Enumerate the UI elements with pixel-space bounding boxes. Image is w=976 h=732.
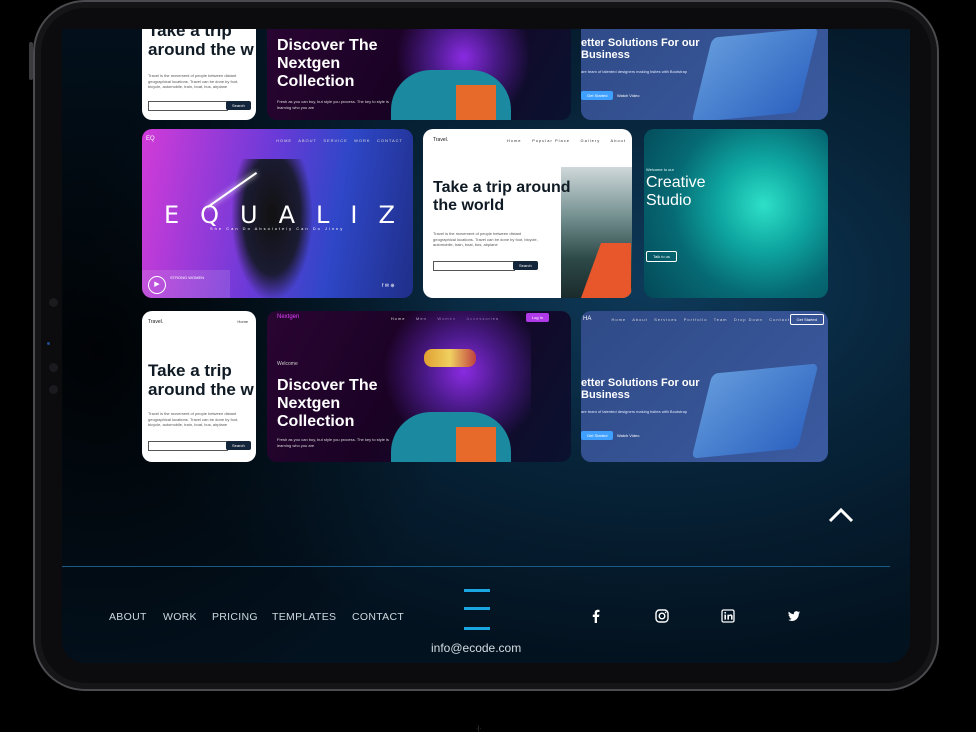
- isometric-illustration: [691, 363, 819, 459]
- template-card-business-top[interactable]: etter Solutions For our Business are tea…: [581, 29, 828, 120]
- card-paragraph: Travel is the movement of people between…: [433, 231, 538, 248]
- visor-glasses: [424, 349, 476, 367]
- footer-email[interactable]: info@ecode.com: [431, 641, 521, 655]
- card-heading: etter Solutions For our Business: [581, 37, 700, 62]
- camera-lens: [47, 342, 50, 345]
- card-heading: etter Solutions For our Business: [581, 377, 700, 402]
- template-card-nextgen[interactable]: Nextgen Home Men Women Accessories Log I…: [267, 311, 571, 462]
- social-icons-mini[interactable]: f ✉ ⊕: [382, 283, 395, 289]
- play-icon[interactable]: ▶: [148, 276, 166, 294]
- template-card-business[interactable]: HA Home About Services Portfolio Team Dr…: [581, 311, 828, 462]
- search-field[interactable]: [148, 441, 228, 451]
- card-paragraph: are team of talented designers making bs…: [581, 69, 688, 74]
- card-heading: Take a trip around the w: [148, 361, 254, 400]
- nav-item[interactable]: About: [632, 317, 647, 322]
- nav-item[interactable]: ABOUT: [298, 138, 317, 143]
- kayak: [581, 243, 631, 298]
- brand-logo: Travel.: [433, 137, 449, 143]
- search-button[interactable]: Search: [513, 261, 538, 270]
- talk-button[interactable]: Talk to us: [646, 251, 677, 262]
- nav-item[interactable]: Team: [714, 317, 728, 322]
- template-card-travel[interactable]: Travel. Home Popular Place Gallery About…: [423, 129, 632, 298]
- hero-subtitle: She Can Do Absolutely Can Do Jinny: [210, 226, 345, 231]
- get-started-button[interactable]: Get Started: [581, 431, 614, 440]
- menu-logo-icon[interactable]: [464, 587, 490, 631]
- footer-link-work[interactable]: WORK: [163, 611, 197, 623]
- video-teaser[interactable]: ▶ STRONG WOMEN: [142, 270, 230, 298]
- nav-item[interactable]: WORK: [354, 138, 370, 143]
- nav-item[interactable]: About: [611, 138, 626, 143]
- watch-video-link[interactable]: Watch Video: [611, 431, 645, 440]
- nav-item[interactable]: Gallery: [581, 138, 601, 143]
- search-button[interactable]: Search: [226, 441, 251, 450]
- template-card-equalizer[interactable]: EQ HOME ABOUT SERVICE WORK CONTACT EQUAL…: [142, 129, 413, 298]
- nav-item[interactable]: Drop Down: [734, 317, 763, 322]
- search-field[interactable]: [148, 101, 228, 111]
- isometric-illustration: [691, 29, 819, 120]
- nav-item[interactable]: Services: [654, 317, 677, 322]
- search-button[interactable]: Search: [226, 101, 251, 110]
- nav-item[interactable]: Contact: [769, 317, 790, 322]
- page-indicator: ·|·: [476, 726, 482, 732]
- get-started-nav-button[interactable]: Get Started: [789, 314, 824, 325]
- shopping-bag: [456, 427, 496, 462]
- template-card-creative[interactable]: Welcome to our Creative Studio Talk to u…: [644, 129, 828, 298]
- card-paragraph: Fresh as you can buy, but style you proc…: [277, 437, 389, 448]
- footer-link-pricing[interactable]: PRICING: [212, 611, 258, 623]
- teaser-title: STRONG WOMEN: [170, 275, 204, 280]
- brand-logo: Nextgen: [277, 314, 300, 320]
- template-card-travel-top[interactable]: Take a trip around the w Travel is the m…: [142, 29, 256, 120]
- eyebrow-text: Welcome to our: [646, 167, 674, 172]
- facebook-icon[interactable]: [589, 609, 603, 623]
- nav-item[interactable]: Popular Place: [532, 138, 570, 143]
- card-heading: Discover The Nextgen Collection: [277, 37, 378, 90]
- camera-dot: [49, 385, 58, 394]
- brand-logo: HA: [583, 316, 592, 322]
- card-nav: Home Popular Place Gallery About: [507, 138, 626, 143]
- footer-link-templates[interactable]: TEMPLATES: [272, 611, 336, 623]
- card-nav: HOME ABOUT SERVICE WORK CONTACT: [276, 138, 403, 143]
- card-heading: Creative Studio: [646, 174, 706, 209]
- search-field[interactable]: [433, 261, 515, 271]
- footer-link-contact[interactable]: CONTACT: [352, 611, 404, 623]
- nav-item[interactable]: Home: [237, 319, 248, 324]
- nav-item[interactable]: Home: [507, 138, 522, 143]
- brand-logo: EQ: [146, 136, 155, 142]
- card-heading: Discover The Nextgen Collection: [277, 377, 378, 430]
- footer-divider: [62, 566, 890, 567]
- nav-item[interactable]: Home: [611, 317, 626, 322]
- card-heading: Take a trip around the w: [148, 29, 254, 60]
- footer-link-about[interactable]: ABOUT: [109, 611, 147, 623]
- nav-item[interactable]: Portfolio: [684, 317, 708, 322]
- card-paragraph: Fresh as you can buy, but style you proc…: [277, 99, 389, 110]
- get-started-button[interactable]: Get Started: [581, 91, 614, 100]
- hero-title: EQUALIZER: [164, 201, 413, 229]
- camera-dot: [49, 363, 58, 372]
- card-paragraph: Travel is the movement of people between…: [148, 411, 239, 428]
- nav-item[interactable]: CONTACT: [377, 138, 403, 143]
- card-paragraph: are team of talented designers making bs…: [581, 409, 688, 414]
- shopping-bag: [456, 85, 496, 120]
- twitter-icon[interactable]: [787, 609, 801, 623]
- nav-item[interactable]: SERVICE: [323, 138, 348, 143]
- linkedin-icon[interactable]: [721, 609, 735, 623]
- card-paragraph: Travel is the movement of people between…: [148, 73, 239, 90]
- card-nav: Home About Services Portfolio Team Drop …: [611, 317, 790, 322]
- camera-dot: [49, 298, 58, 307]
- nav-item[interactable]: HOME: [276, 138, 292, 143]
- brand-logo: Travel.: [148, 319, 164, 325]
- tablet-screen: Take a trip around the w Travel is the m…: [62, 29, 910, 663]
- template-card-travel-partial[interactable]: Travel. Home Take a trip around the w Tr…: [142, 311, 256, 462]
- watch-video-link[interactable]: Watch Video: [611, 91, 645, 100]
- template-card-nextgen-top[interactable]: Discover The Nextgen Collection Fresh as…: [267, 29, 571, 120]
- card-heading: Take a trip around the world: [433, 179, 571, 214]
- welcome-text: Welcome: [277, 361, 298, 367]
- scroll-top-chevron-up-icon[interactable]: [828, 507, 854, 523]
- instagram-icon[interactable]: [655, 609, 669, 623]
